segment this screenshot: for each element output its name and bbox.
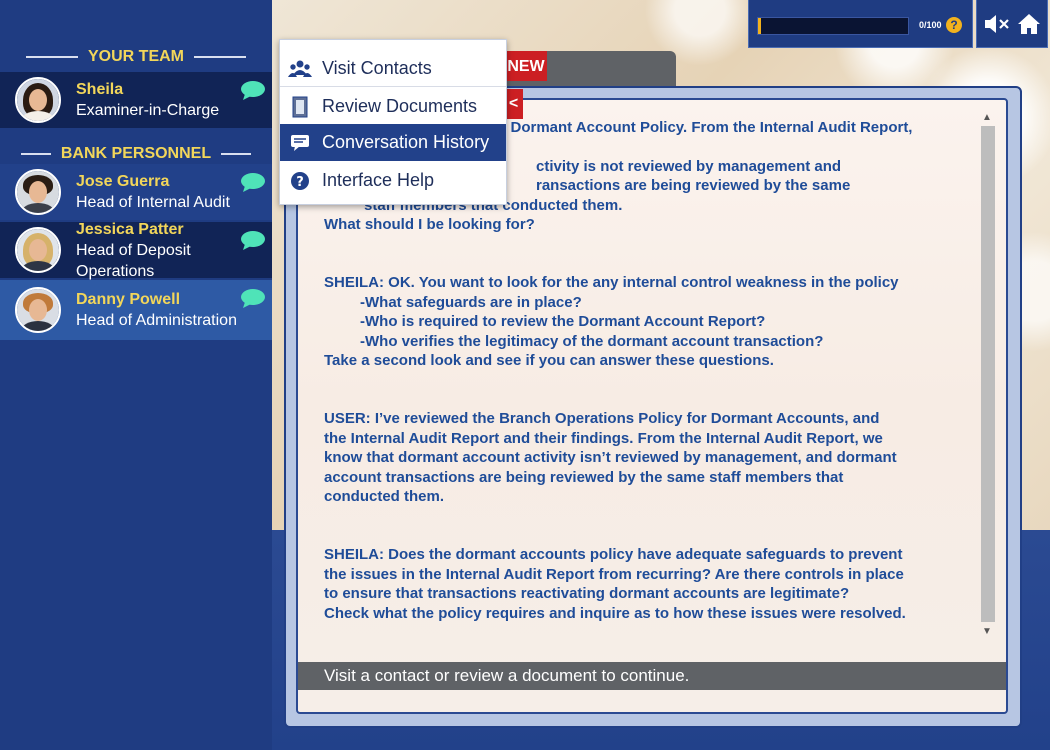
transcript-line: -What safeguards are in place? [360, 293, 582, 311]
menu-item-review-documents[interactable]: Review Documents [280, 88, 506, 125]
contact-name: Sheila [76, 81, 124, 98]
help-icon: ? [288, 169, 312, 193]
contact-jessica-patter[interactable]: Jessica Patter Head of Deposit Operation… [0, 221, 272, 280]
divider [280, 86, 506, 87]
contact-role: Head of Internal Audit [76, 194, 230, 211]
transcript-line: know that dormant account activity isn’t… [324, 449, 897, 467]
contact-role: Head of Administration [76, 312, 237, 329]
contact-name: Danny Powell [76, 291, 181, 308]
avatar [15, 77, 61, 123]
menu-item-label: Review Documents [322, 96, 478, 116]
chat-bubble-icon[interactable] [240, 80, 266, 100]
sidebar: YOUR TEAM Sheila Examiner-in-Charge BANK… [0, 0, 272, 750]
menu-item-label: Conversation History [322, 132, 490, 152]
avatar [15, 287, 61, 333]
chat-bubble-icon[interactable] [240, 230, 266, 250]
status-bar: Visit a contact or review a document to … [298, 662, 1006, 690]
document-icon [288, 95, 312, 119]
transcript-line: to ensure that transactions reactivating… [324, 585, 850, 603]
chat-bubble-icon[interactable] [240, 172, 266, 192]
section-heading-bank: BANK PERSONNEL [0, 143, 272, 165]
svg-text:?: ? [296, 175, 304, 190]
section-title: BANK PERSONNEL [60, 145, 212, 162]
transcript-line: What should I be looking for? [324, 216, 535, 234]
transcript-line: the Internal Audit Report and their find… [324, 429, 883, 447]
transcript-line: -Who is required to review the Dormant A… [360, 313, 766, 331]
menu-item-visit-contacts[interactable]: Visit Contacts [280, 50, 506, 87]
transcript-line: SHEILA: Does the dormant accounts policy… [324, 546, 903, 564]
menu-item-interface-help[interactable]: ? Interface Help [280, 162, 506, 199]
people-icon [288, 57, 312, 81]
new-badge: NEW [505, 51, 547, 81]
scroll-down-icon[interactable]: ▼ [979, 624, 995, 640]
divider [26, 56, 78, 58]
transcript-line: SHEILA: OK. You want to look for the any… [324, 274, 899, 292]
divider [20, 153, 51, 155]
avatar [15, 227, 61, 273]
score-panel: 0/100 ? [748, 0, 973, 48]
chat-icon [288, 131, 312, 155]
utility-buttons [976, 0, 1048, 48]
contact-jose-guerra[interactable]: Jose Guerra Head of Internal Audit [0, 164, 272, 220]
menu-item-label: Visit Contacts [322, 58, 432, 78]
transcript-line: Check what the policy requires and inqui… [324, 604, 906, 622]
avatar [15, 169, 61, 215]
transcript-line: -Who verifies the legitimacy of the dorm… [360, 332, 824, 350]
divider [194, 56, 246, 58]
transcript-line: conducted them. [324, 488, 445, 506]
transcript-line: account transactions are being reviewed … [324, 468, 844, 486]
chat-bubble-icon[interactable] [240, 288, 266, 308]
menu-item-conversation-history[interactable]: Conversation History [280, 124, 506, 161]
menu-item-label: Interface Help [322, 170, 435, 190]
help-icon[interactable]: ? [946, 17, 962, 33]
progress-bar [757, 17, 909, 35]
contact-danny-powell[interactable]: Danny Powell Head of Administration [0, 280, 272, 340]
home-icon[interactable] [1017, 13, 1041, 35]
transcript-scrollbar[interactable]: ▲ ▼ [979, 110, 995, 640]
transcript-line: Take a second look and see if you can an… [324, 352, 774, 370]
scroll-up-icon[interactable]: ▲ [979, 110, 995, 126]
score-text: 0/100 [919, 20, 942, 30]
scroll-thumb[interactable] [981, 126, 995, 622]
navigation-menu: Visit Contacts Review Documents Conversa… [279, 39, 507, 205]
transcript-line: USER: I’ve reviewed the Branch Operation… [324, 410, 880, 428]
progress-fill [758, 18, 761, 34]
transcript-line: the issues in the Internal Audit Report … [324, 565, 904, 583]
section-title: YOUR TEAM [88, 48, 184, 65]
contact-name: Jose Guerra [76, 173, 170, 190]
contact-sheila[interactable]: Sheila Examiner-in-Charge [0, 72, 272, 128]
divider [221, 153, 252, 155]
contact-role: Examiner-in-Charge [76, 102, 220, 119]
section-heading-team: YOUR TEAM [0, 46, 272, 68]
mute-icon[interactable] [983, 13, 1011, 35]
